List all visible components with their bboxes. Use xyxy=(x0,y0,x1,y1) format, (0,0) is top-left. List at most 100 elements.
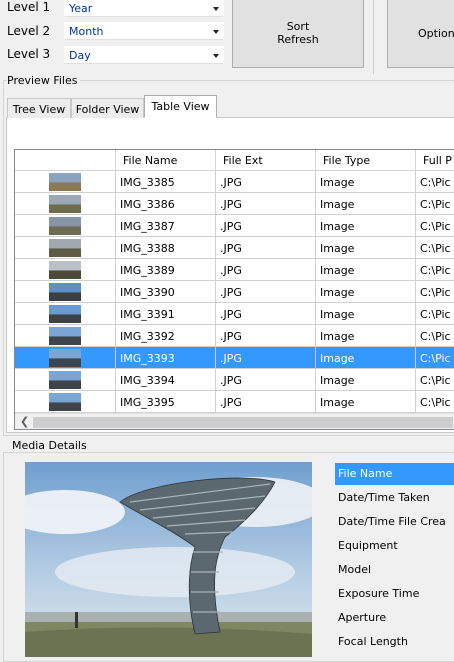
cell-file-name: IMG_3390 xyxy=(116,281,216,303)
cell-file-ext: .JPG xyxy=(216,171,316,193)
cell-thumbnail xyxy=(15,281,116,303)
thumbnail-image xyxy=(49,217,81,235)
cell-file-type: Image xyxy=(316,347,416,369)
cell-file-type: Image xyxy=(316,369,416,391)
table-row[interactable]: IMG_3395 .JPG Image C:\Pic xyxy=(15,391,454,413)
divider xyxy=(373,0,374,74)
cell-file-type: Image xyxy=(316,171,416,193)
thumbnail-image xyxy=(49,261,81,279)
chevron-left-icon[interactable]: ❮ xyxy=(20,415,29,428)
cell-thumbnail xyxy=(15,325,116,347)
cell-thumbnail xyxy=(15,369,116,391)
options-label: Option xyxy=(418,26,454,40)
cell-file-name: IMG_3392 xyxy=(116,325,216,347)
table-row[interactable]: IMG_3390 .JPG Image C:\Pic xyxy=(15,281,454,303)
cell-full-path: C:\Pic xyxy=(416,303,454,325)
cell-file-name: IMG_3385 xyxy=(116,171,216,193)
cell-full-path: C:\Pic xyxy=(416,391,454,413)
cell-file-name: IMG_3391 xyxy=(116,303,216,325)
level-1-select[interactable]: Year xyxy=(64,0,224,17)
tab-tree-view[interactable]: Tree View xyxy=(7,98,71,118)
cell-full-path: C:\Pic xyxy=(416,259,454,281)
cell-file-name: IMG_3389 xyxy=(116,259,216,281)
property-list-item[interactable]: Date/Time File Crea xyxy=(335,511,454,533)
cell-thumbnail xyxy=(15,347,116,369)
property-list-item[interactable]: Focal Length xyxy=(335,631,454,653)
level-1-label: Level 1 xyxy=(7,0,51,14)
property-list-item[interactable]: Date/Time Taken xyxy=(335,487,454,509)
chevron-down-icon xyxy=(213,30,219,34)
thumbnail-image xyxy=(49,305,81,323)
media-preview-image xyxy=(25,462,312,657)
tab-table-view[interactable]: Table View xyxy=(144,95,217,118)
cell-full-path: C:\Pic xyxy=(416,193,454,215)
property-list-item[interactable]: File Name xyxy=(335,463,454,485)
sort-refresh-button[interactable]: Sort Refresh xyxy=(232,0,364,68)
cell-thumbnail xyxy=(15,193,116,215)
options-button[interactable]: Option xyxy=(387,0,454,68)
thumbnail-image xyxy=(49,195,81,213)
table-row[interactable]: IMG_3393 .JPG Image C:\Pic xyxy=(15,347,454,369)
cell-thumbnail xyxy=(15,237,116,259)
media-details-label: Media Details xyxy=(12,439,90,452)
cell-thumbnail xyxy=(15,259,116,281)
property-list-item[interactable]: Equipment xyxy=(335,535,454,557)
table-row[interactable]: IMG_3386 .JPG Image C:\Pic xyxy=(15,193,454,215)
column-header-file-name[interactable]: File Name xyxy=(116,150,216,171)
cell-file-name: IMG_3387 xyxy=(116,215,216,237)
preview-files-label: Preview Files xyxy=(7,74,81,87)
chevron-down-icon xyxy=(213,54,219,58)
cell-file-type: Image xyxy=(316,193,416,215)
table-row[interactable]: IMG_3385 .JPG Image C:\Pic xyxy=(15,171,454,193)
level-2-label: Level 2 xyxy=(7,24,51,38)
cell-full-path: C:\Pic xyxy=(416,237,454,259)
column-header-file-ext[interactable]: File Ext xyxy=(216,150,316,171)
property-list-item[interactable]: Exposure Time xyxy=(335,583,454,605)
cell-file-name: IMG_3388 xyxy=(116,237,216,259)
cell-file-ext: .JPG xyxy=(216,303,316,325)
cell-file-ext: .JPG xyxy=(216,347,316,369)
sort-refresh-line1: Sort xyxy=(286,20,310,33)
cell-file-name: IMG_3386 xyxy=(116,193,216,215)
cell-file-name: IMG_3395 xyxy=(116,391,216,413)
level-2-select[interactable]: Month xyxy=(64,22,224,40)
level-3-select[interactable]: Day xyxy=(64,46,224,64)
table-row[interactable]: IMG_3389 .JPG Image C:\Pic xyxy=(15,259,454,281)
table-row[interactable]: IMG_3391 .JPG Image C:\Pic xyxy=(15,303,454,325)
cell-file-type: Image xyxy=(316,259,416,281)
horizontal-scrollbar[interactable]: ❮ xyxy=(15,413,454,429)
cell-thumbnail xyxy=(15,303,116,325)
table-row[interactable]: IMG_3388 .JPG Image C:\Pic xyxy=(15,237,454,259)
table-row[interactable]: IMG_3394 .JPG Image C:\Pic xyxy=(15,369,454,391)
level-2-value: Month xyxy=(69,25,104,38)
column-header-file-type[interactable]: File Type xyxy=(316,150,416,171)
cell-file-ext: .JPG xyxy=(216,215,316,237)
cell-file-type: Image xyxy=(316,215,416,237)
cell-full-path: C:\Pic xyxy=(416,347,454,369)
cell-file-type: Image xyxy=(316,325,416,347)
cell-full-path: C:\Pic xyxy=(416,325,454,347)
cell-file-ext: .JPG xyxy=(216,325,316,347)
thumbnail-image xyxy=(49,239,81,257)
thumbnail-image xyxy=(49,371,81,389)
thumbnail-image xyxy=(49,173,81,191)
table-row[interactable]: IMG_3392 .JPG Image C:\Pic xyxy=(15,325,454,347)
cell-file-ext: .JPG xyxy=(216,259,316,281)
cell-file-ext: .JPG xyxy=(216,391,316,413)
cell-thumbnail xyxy=(15,171,116,193)
thumbnail-image xyxy=(49,393,81,411)
tab-folder-view[interactable]: Folder View xyxy=(71,98,144,118)
file-table: File Name File Ext File Type Full P IMG_… xyxy=(14,149,454,430)
cell-full-path: C:\Pic xyxy=(416,369,454,391)
property-list-item[interactable]: Aperture xyxy=(335,607,454,629)
scrollbar-thumb[interactable] xyxy=(33,417,453,428)
table-row[interactable]: IMG_3387 .JPG Image C:\Pic xyxy=(15,215,454,237)
cell-file-type: Image xyxy=(316,303,416,325)
property-list-item[interactable]: Model xyxy=(335,559,454,581)
cell-file-name: IMG_3394 xyxy=(116,369,216,391)
column-header-full-path[interactable]: Full P xyxy=(416,150,454,171)
cell-thumbnail xyxy=(15,215,116,237)
cell-file-ext: .JPG xyxy=(216,369,316,391)
column-header-thumbnail[interactable] xyxy=(15,150,116,171)
cell-file-name: IMG_3393 xyxy=(116,347,216,369)
